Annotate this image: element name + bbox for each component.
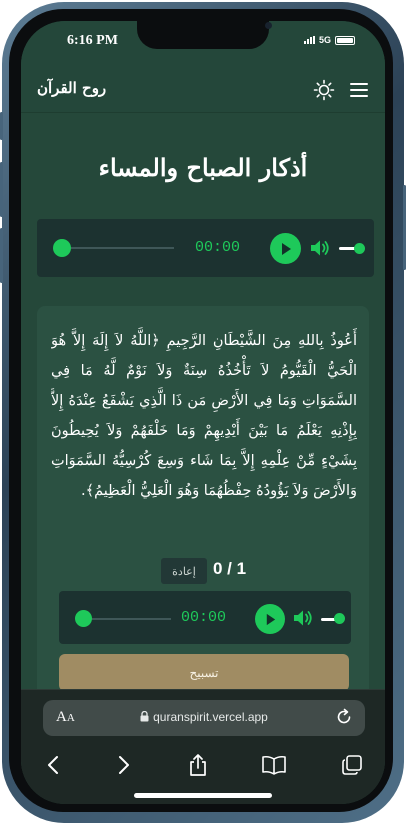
address-bar[interactable]: AA quranspirit.vercel.app (43, 700, 365, 736)
share-icon[interactable] (183, 750, 213, 780)
url-text: quranspirit.vercel.app (153, 710, 268, 724)
seek-knob[interactable] (75, 610, 92, 627)
screen: 6:16 PM 5G روح القرآن أذكار الصباح والمس… (21, 21, 385, 804)
site-title[interactable]: روح القرآن (37, 79, 106, 97)
current-time: 00:00 (181, 609, 227, 626)
front-camera (265, 22, 272, 29)
dhikr-audio-player: 00:00 (59, 591, 351, 644)
battery-icon (335, 35, 355, 45)
mute-switch (0, 112, 3, 140)
back-icon[interactable] (38, 750, 68, 780)
seek-track[interactable] (59, 247, 174, 249)
dhikr-text: أَعُوذُ بِاللهِ مِنَ الشَّيْطَانِ الرَّج… (51, 333, 357, 499)
home-indicator (134, 793, 272, 798)
volume-up-button (0, 162, 3, 217)
notch (137, 21, 272, 49)
dhikr-card: أَعُوذُ بِاللهِ مِنَ الشَّيْطَانِ الرَّج… (37, 306, 369, 726)
volume-knob[interactable] (334, 613, 345, 624)
volume-icon[interactable] (293, 609, 313, 631)
reload-icon[interactable] (335, 708, 353, 730)
play-button[interactable] (270, 233, 301, 264)
play-icon (266, 613, 275, 625)
hamburger-menu-icon[interactable] (346, 77, 372, 103)
status-bar: 6:16 PM 5G (21, 21, 385, 69)
tasbih-button[interactable]: تسبيح (59, 654, 349, 691)
status-time: 6:16 PM (67, 33, 118, 48)
signal-icon (303, 36, 315, 44)
lock-icon (140, 710, 149, 722)
play-button[interactable] (255, 604, 285, 634)
status-indicators: 5G (303, 35, 355, 45)
browser-bar: AA quranspirit.vercel.app (21, 689, 385, 804)
volume-down-button (0, 228, 3, 283)
sun-icon[interactable] (311, 77, 337, 103)
forward-icon[interactable] (109, 750, 139, 780)
bookmarks-icon[interactable] (259, 750, 289, 780)
current-time: 00:00 (195, 239, 241, 256)
page-title: أذكار الصباح والمساء (98, 153, 308, 182)
reset-button[interactable]: إعادة (161, 558, 207, 584)
tabs-icon[interactable] (337, 750, 367, 780)
volume-icon[interactable] (310, 239, 330, 261)
count-text: 0 / 1 (213, 559, 247, 578)
main-audio-player: 00:00 (37, 219, 374, 277)
play-icon (281, 242, 291, 255)
counter-row: إعادة 0 / 1 (37, 556, 369, 584)
app-header: روح القرآن (21, 69, 385, 113)
url-display[interactable]: quranspirit.vercel.app (43, 710, 365, 724)
volume-knob[interactable] (354, 243, 365, 254)
main-content: أذكار الصباح والمساء 00:00 أَعُوذُ بِالل… (21, 113, 385, 726)
network-label: 5G (318, 35, 331, 45)
seek-track[interactable] (81, 618, 171, 620)
seek-knob[interactable] (53, 239, 71, 257)
